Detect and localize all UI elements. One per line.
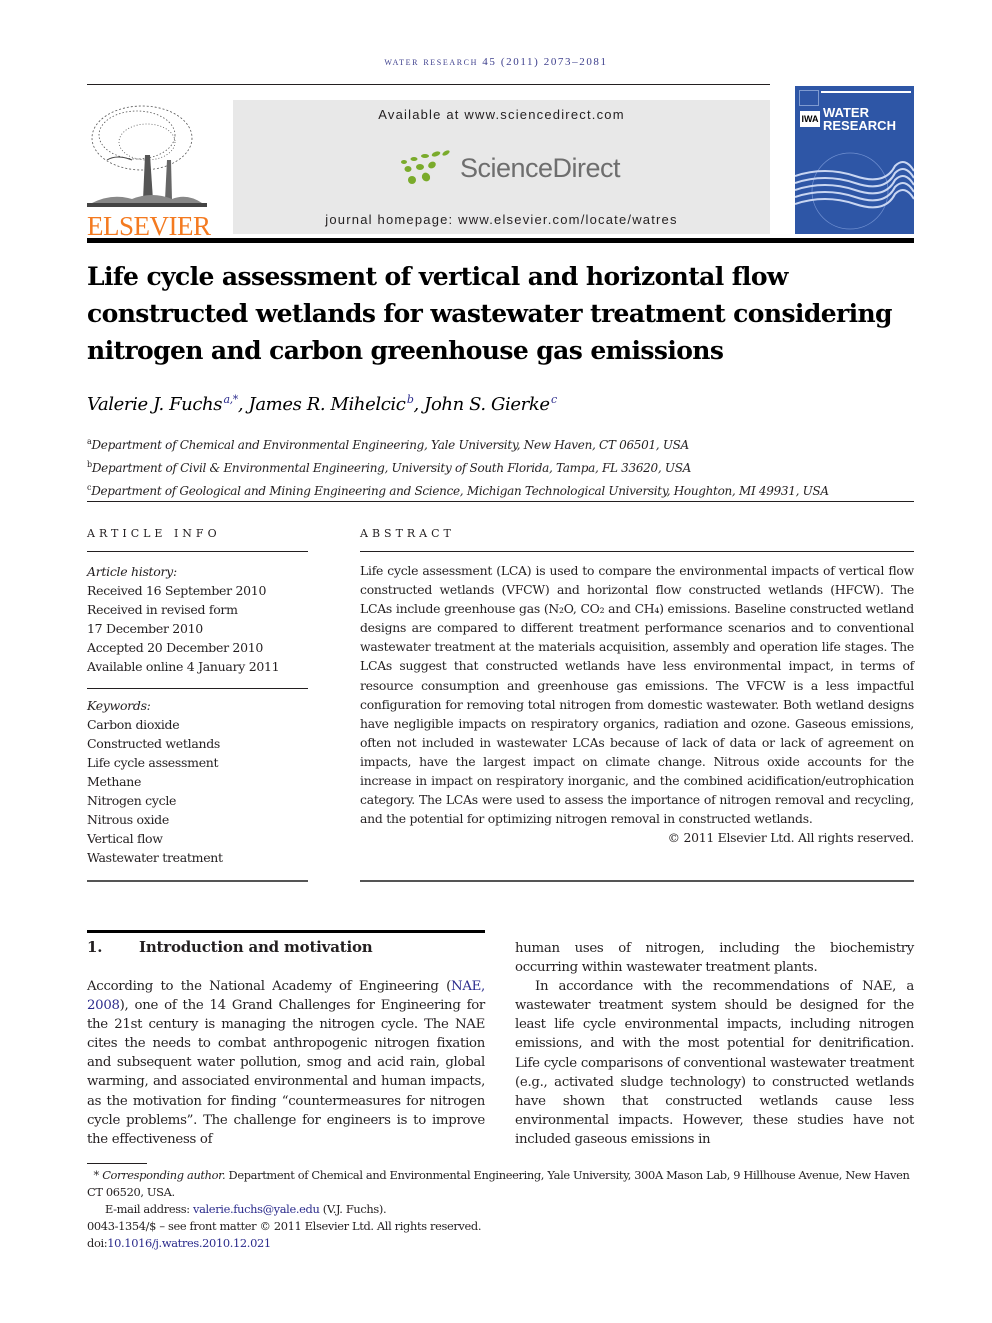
header-divider xyxy=(87,84,770,85)
doi-link[interactable]: 10.1016/j.watres.2010.12.021 xyxy=(107,1236,271,1250)
keyword: Life cycle assessment xyxy=(87,755,219,770)
affiliation-text: Department of Civil & Environmental Engi… xyxy=(91,461,691,475)
cover-title-line2: RESEARCH xyxy=(823,118,896,133)
elsevier-mini-logo-icon xyxy=(799,90,819,106)
keywords-label: Keywords: xyxy=(87,698,151,713)
affiliation: bDepartment of Civil & Environmental Eng… xyxy=(87,455,829,478)
keyword: Wastewater treatment xyxy=(87,850,223,865)
body-column-right: human uses of nitrogen, including the bi… xyxy=(515,939,914,1149)
available-at-text[interactable]: Available at www.sciencedirect.com xyxy=(233,107,770,122)
affiliation-text: Department of Chemical and Environmental… xyxy=(91,438,689,452)
email-label: E-mail address: xyxy=(105,1202,193,1216)
footnote-star: * xyxy=(93,1168,100,1182)
affiliation: aDepartment of Chemical and Environmenta… xyxy=(87,432,829,455)
section-title: Introduction and motivation xyxy=(139,938,373,956)
article-title: Life cycle assessment of vertical and ho… xyxy=(87,262,893,365)
cover-title: WATER RESEARCH xyxy=(823,106,896,132)
abstract-part: ) emissions. Baseline constructed wetlan… xyxy=(360,601,914,827)
keywords: Keywords: Carbon dioxide Constructed wet… xyxy=(87,696,308,867)
affiliation-list: aDepartment of Chemical and Environmenta… xyxy=(87,432,829,501)
author-affil-mark[interactable]: c xyxy=(551,393,557,406)
elsevier-tree-icon xyxy=(87,100,207,212)
article-info-rule xyxy=(87,688,308,689)
abstract-part: and xyxy=(604,601,635,617)
history-entry: Accepted 20 December 2010 xyxy=(87,640,264,655)
doi-line: doi:10.1016/j.watres.2010.12.021 xyxy=(87,1235,917,1252)
article-info-heading: ARTICLE INFO xyxy=(87,527,221,540)
cover-wave-graphic-icon xyxy=(795,152,914,230)
history-entry: 17 December 2010 xyxy=(87,621,203,636)
iwa-badge-icon: IWA xyxy=(800,111,820,127)
paragraph: In accordance with the recommendations o… xyxy=(515,979,914,1147)
front-matter: 0043-1354/$ – see front matter © 2011 El… xyxy=(87,1219,482,1233)
body-text: ), one of the 14 Grand Challenges for En… xyxy=(87,998,485,1147)
header-thick-rule xyxy=(87,238,914,243)
author-affil-mark[interactable]: b xyxy=(407,393,414,406)
abstract-heading: ABSTRACT xyxy=(360,527,455,540)
section-number: 1. xyxy=(87,938,103,956)
section-divider xyxy=(87,501,914,502)
sciencedirect-dots-icon xyxy=(401,150,450,184)
author-name[interactable]: James R. Mihelcic xyxy=(249,394,406,415)
abstract-text: Life cycle assessment (LCA) is used to c… xyxy=(360,561,914,828)
keyword: Nitrogen cycle xyxy=(87,793,177,808)
history-entry: Received 16 September 2010 xyxy=(87,583,267,598)
history-entry: Received in revised form xyxy=(87,602,238,617)
keyword: Nitrous oxide xyxy=(87,812,169,827)
author-name[interactable]: Valerie J. Fuchs xyxy=(87,394,222,415)
section-heading: 1. Introduction and motivation xyxy=(87,938,373,956)
email-suffix: (V.J. Fuchs). xyxy=(319,1202,387,1216)
intro-rule xyxy=(87,930,485,933)
article-info-rule xyxy=(87,551,308,552)
footnotes: * Corresponding author. Department of Ch… xyxy=(87,1167,917,1252)
article-history: Article history: Received 16 September 2… xyxy=(87,562,308,676)
keyword: Carbon dioxide xyxy=(87,717,180,732)
keyword: Constructed wetlands xyxy=(87,736,221,751)
footnote-rule xyxy=(87,1163,147,1164)
sciencedirect-logo[interactable]: ScienceDirect xyxy=(398,148,621,188)
footnote-label: Corresponding author. xyxy=(102,1168,226,1182)
email-note: E-mail address: valerie.fuchs@yale.edu (… xyxy=(87,1201,917,1218)
email-link[interactable]: valerie.fuchs@yale.edu xyxy=(193,1202,320,1216)
author-affil-mark[interactable]: a,* xyxy=(223,393,238,406)
cover-top-line xyxy=(821,91,911,93)
article-info-bottom-rule xyxy=(87,880,308,882)
body-column-left: According to the National Academy of Eng… xyxy=(87,977,485,1149)
keyword: Methane xyxy=(87,774,142,789)
journal-homepage-link[interactable]: journal homepage: www.elsevier.com/locat… xyxy=(233,212,770,227)
affiliation-text: Department of Geological and Mining Engi… xyxy=(91,484,829,498)
doi-label: doi: xyxy=(87,1236,108,1250)
abstract-bottom-rule xyxy=(360,880,914,882)
corresponding-author-note: * Corresponding author. Department of Ch… xyxy=(87,1167,917,1201)
article-history-label: Article history: xyxy=(87,564,177,579)
sciencedirect-name: ScienceDirect xyxy=(460,152,621,183)
journal-cover: IWA WATER RESEARCH xyxy=(795,86,914,234)
paragraph: human uses of nitrogen, including the bi… xyxy=(515,941,914,976)
running-head: water research 45 (2011) 2073–2081 xyxy=(384,56,608,68)
keyword: Vertical flow xyxy=(87,831,163,846)
author-list: Valerie J. Fuchs a,*, James R. Mihelcic … xyxy=(87,393,557,415)
body-text: According to the National Academy of Eng… xyxy=(87,979,452,994)
chem-formula: CO₂ xyxy=(580,601,605,617)
abstract-copyright: © 2011 Elsevier Ltd. All rights reserved… xyxy=(667,830,915,845)
author-name[interactable]: John S. Gierke xyxy=(424,394,550,415)
chem-formula: CH₄ xyxy=(634,601,660,617)
abstract-rule xyxy=(360,551,914,552)
history-entry: Available online 4 January 2011 xyxy=(87,659,280,674)
affiliation: cDepartment of Geological and Mining Eng… xyxy=(87,478,829,501)
chem-formula: N₂O xyxy=(548,601,573,617)
